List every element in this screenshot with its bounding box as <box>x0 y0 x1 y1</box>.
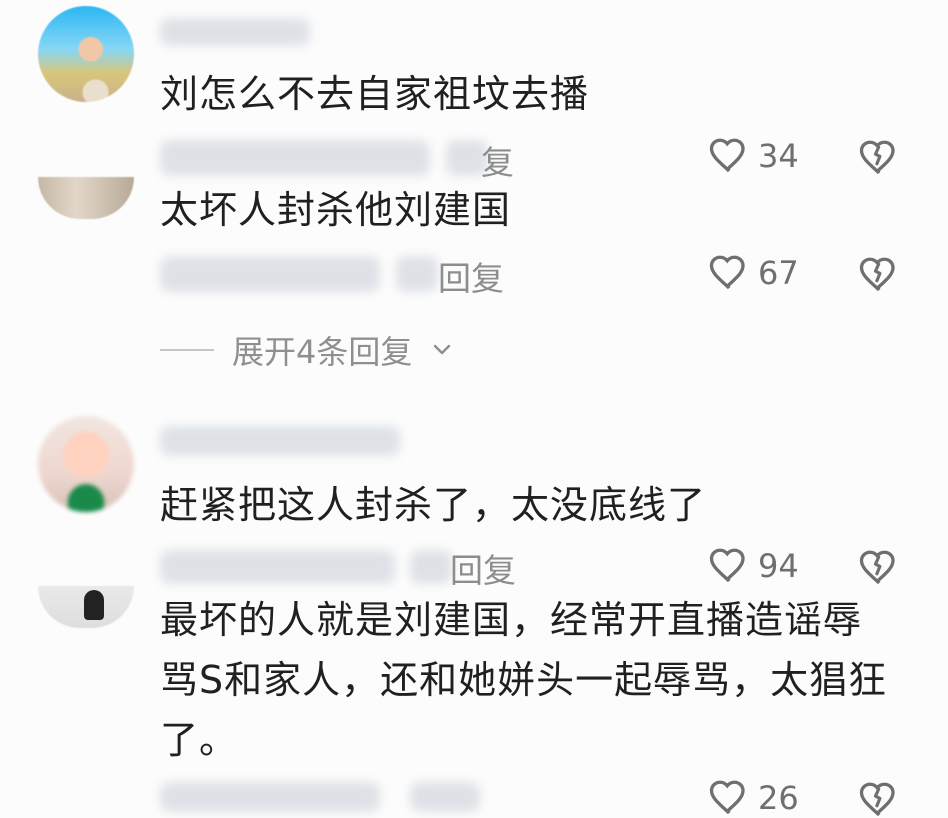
comment-meta-blurred <box>160 550 395 584</box>
comment-meta-blurred <box>160 140 430 176</box>
like-count: 67 <box>758 254 799 292</box>
broken-heart-icon[interactable] <box>858 137 900 179</box>
reply-prefix-blurred <box>396 256 438 292</box>
like-count: 26 <box>758 779 799 817</box>
comment-text-3: 赶紧把这人封杀了，太没底线了 <box>160 483 707 527</box>
like-button[interactable]: 26 <box>708 777 799 818</box>
like-count: 94 <box>758 547 799 585</box>
avatar-figure <box>84 590 104 620</box>
comment-thread-screen: 刘怎么不去自家祖坟去播 复 34 太坏人封杀他刘建国 回复 67 展开4条回复 … <box>0 0 948 818</box>
reply-prefix-blurred <box>410 550 452 584</box>
broken-heart-icon[interactable] <box>858 779 900 818</box>
heart-icon <box>709 255 745 290</box>
heart-icon <box>709 138 745 173</box>
comment-text-2: 太坏人封杀他刘建国 <box>160 188 512 232</box>
broken-heart-icon[interactable] <box>858 547 900 589</box>
heart-icon <box>709 780 745 815</box>
comment-meta-blurred <box>160 782 380 812</box>
user-avatar[interactable] <box>38 6 134 102</box>
comment-text-1: 刘怎么不去自家祖坟去播 <box>160 72 590 116</box>
like-button[interactable]: 94 <box>708 545 799 587</box>
like-count: 34 <box>758 137 799 175</box>
reply-button[interactable]: 回复 <box>450 544 516 592</box>
username-blurred <box>160 18 310 46</box>
chevron-down-icon <box>434 344 451 355</box>
expand-replies-label: 展开4条回复 <box>232 333 413 371</box>
reply-button[interactable]: 回复 <box>438 252 504 300</box>
comment-meta-blurred <box>160 256 380 292</box>
broken-heart-icon[interactable] <box>858 254 900 296</box>
heart-icon <box>709 548 745 583</box>
expand-divider <box>160 349 214 351</box>
like-button[interactable]: 34 <box>708 135 799 177</box>
username-blurred <box>160 426 400 456</box>
user-avatar[interactable] <box>38 177 134 219</box>
like-button[interactable]: 67 <box>708 252 799 294</box>
expand-replies-button[interactable]: 展开4条回复 <box>160 327 454 373</box>
reply-prefix-blurred <box>410 782 480 812</box>
user-avatar[interactable] <box>38 416 134 512</box>
comment-text-4: 最坏的人就是刘建国，经常开直播造谣辱 骂S和家人，还和她姘头一起辱骂，太猖狂 了… <box>160 598 888 762</box>
reply-button[interactable]: 复 <box>481 136 514 184</box>
